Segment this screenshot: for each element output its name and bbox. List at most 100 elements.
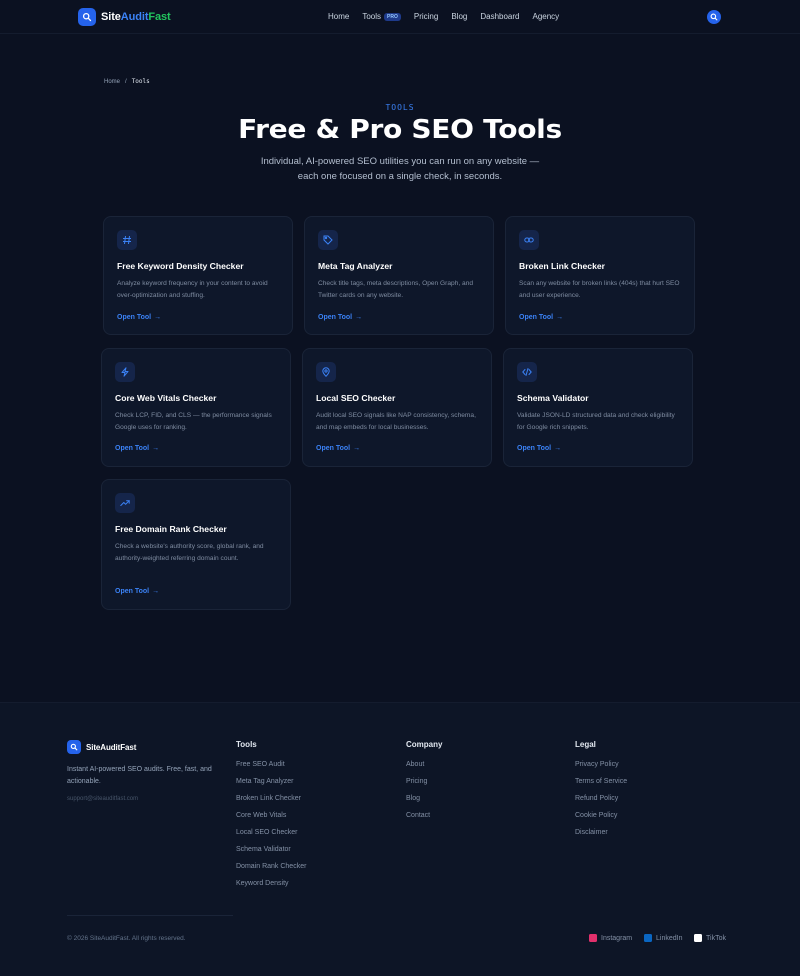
footer-link[interactable]: Refund Policy (575, 794, 627, 811)
breadcrumb-home[interactable]: Home (104, 79, 120, 85)
footer-column-legal: Legal Privacy Policy Terms of Service Re… (575, 740, 627, 845)
footer-link[interactable]: Broken Link Checker (236, 794, 306, 811)
footer-link[interactable]: Meta Tag Analyzer (236, 777, 306, 794)
breadcrumb-current: Tools (131, 78, 150, 85)
footer-link[interactable]: Disclaimer (575, 828, 627, 845)
hash-icon (117, 230, 137, 250)
tool-card-core-web-vitals[interactable]: Core Web Vitals Checker Check LCP, FID, … (101, 348, 291, 467)
footer-brand-name: SiteAuditFast (86, 742, 137, 752)
map-pin-icon (316, 362, 336, 382)
brand-logo[interactable]: SiteAuditFast (78, 8, 171, 26)
footer-link[interactable]: Schema Validator (236, 845, 306, 862)
search-button[interactable] (707, 10, 721, 24)
arrow-right-icon: → (152, 588, 160, 595)
open-tool-link[interactable]: Open Tool → (318, 314, 362, 321)
tool-card-domain-rank[interactable]: Free Domain Rank Checker Check a website… (101, 479, 291, 610)
social-link-tiktok[interactable]: TikTok (694, 934, 726, 942)
footer-column-title: Legal (575, 740, 596, 749)
nav-link-home[interactable]: Home (328, 12, 349, 21)
open-tool-label: Open Tool (318, 314, 353, 321)
arrow-right-icon: → (556, 314, 564, 321)
footer-divider (67, 915, 233, 916)
tool-card-title: Schema Validator (517, 393, 589, 403)
footer-link[interactable]: Free SEO Audit (236, 760, 306, 777)
logo-search-icon (67, 740, 81, 754)
open-tool-label: Open Tool (117, 314, 152, 321)
footer-link[interactable]: Keyword Density (236, 879, 306, 896)
nav-link-pricing[interactable]: Pricing (414, 12, 438, 21)
footer-link[interactable]: About (406, 760, 442, 777)
footer-brand-logo[interactable]: SiteAuditFast (67, 740, 136, 754)
open-tool-link[interactable]: Open Tool → (519, 314, 563, 321)
tool-card-title: Broken Link Checker (519, 261, 605, 271)
footer-column-company: Company About Pricing Blog Contact (406, 740, 442, 828)
code-icon (517, 362, 537, 382)
lightning-icon (115, 362, 135, 382)
tool-card-keyword-density[interactable]: Free Keyword Density Checker Analyze key… (103, 216, 293, 335)
tool-card-title: Free Domain Rank Checker (115, 524, 227, 534)
footer-column-title: Tools (236, 740, 257, 749)
footer-column-tools: Tools Free SEO Audit Meta Tag Analyzer B… (236, 740, 306, 896)
instagram-icon (589, 934, 597, 942)
tool-card-description: Audit local SEO signals like NAP consist… (316, 412, 476, 431)
footer-link[interactable]: Terms of Service (575, 777, 627, 794)
footer-column-title: Company (406, 740, 443, 749)
open-tool-link[interactable]: Open Tool → (117, 314, 161, 321)
top-navbar: SiteAuditFast Home Tools PRO Pricing Blog… (0, 0, 800, 34)
footer-link[interactable]: Core Web Vitals (236, 811, 306, 828)
tool-card-meta-tag[interactable]: Meta Tag Analyzer Check title tags, meta… (304, 216, 494, 335)
tag-icon (318, 230, 338, 250)
nav-link-blog[interactable]: Blog (451, 12, 467, 21)
nav-link-tools-label: Tools (362, 12, 382, 21)
trending-up-icon (115, 493, 135, 513)
footer-link[interactable]: Local SEO Checker (236, 828, 306, 845)
brand-name: SiteAuditFast (101, 11, 171, 23)
footer-link[interactable]: Privacy Policy (575, 760, 627, 777)
social-label: TikTok (706, 934, 726, 942)
arrow-right-icon: → (355, 314, 363, 321)
page-subtitle-line-2: each one focused on a single check, in s… (297, 171, 503, 182)
logo-search-icon (78, 8, 96, 26)
social-link-linkedin[interactable]: LinkedIn (644, 934, 682, 942)
open-tool-label: Open Tool (115, 445, 150, 452)
social-link-instagram[interactable]: Instagram (589, 934, 632, 942)
nav-link-agency[interactable]: Agency (532, 12, 559, 21)
open-tool-link[interactable]: Open Tool → (517, 445, 561, 452)
open-tool-label: Open Tool (316, 445, 351, 452)
tool-card-description: Check LCP, FID, and CLS — the performanc… (115, 412, 272, 431)
tool-card-local-seo[interactable]: Local SEO Checker Audit local SEO signal… (302, 348, 492, 467)
nav-link-dashboard[interactable]: Dashboard (480, 12, 519, 21)
breadcrumb-separator: / (125, 79, 127, 85)
footer-link[interactable]: Blog (406, 794, 442, 811)
tool-card-broken-link[interactable]: Broken Link Checker Scan any website for… (505, 216, 695, 335)
site-footer: SiteAuditFast Instant AI-powered SEO aud… (0, 702, 800, 976)
tool-card-title: Free Keyword Density Checker (117, 261, 244, 271)
footer-email[interactable]: support@siteauditfast.com (67, 796, 138, 802)
search-icon (710, 13, 718, 21)
footer-link[interactable]: Domain Rank Checker (236, 862, 306, 879)
arrow-right-icon: → (154, 314, 162, 321)
footer-link[interactable]: Pricing (406, 777, 442, 794)
tool-card-description: Scan any website for broken links (404s)… (519, 280, 680, 299)
open-tool-label: Open Tool (517, 445, 552, 452)
tool-card-description: Validate JSON-LD structured data and che… (517, 412, 675, 431)
open-tool-link[interactable]: Open Tool → (115, 588, 159, 595)
open-tool-label: Open Tool (115, 588, 150, 595)
tool-card-description: Analyze keyword frequency in your conten… (117, 280, 268, 299)
open-tool-link[interactable]: Open Tool → (316, 445, 360, 452)
tool-card-schema-validator[interactable]: Schema Validator Validate JSON-LD struct… (503, 348, 693, 467)
tool-card-description: Check a website's authority score, globa… (115, 543, 264, 562)
footer-link[interactable]: Cookie Policy (575, 811, 627, 828)
link-icon (519, 230, 539, 250)
open-tool-link[interactable]: Open Tool → (115, 445, 159, 452)
social-label: LinkedIn (656, 934, 683, 942)
nav-links: Home Tools PRO Pricing Blog Dashboard Age… (328, 12, 572, 21)
nav-link-tools[interactable]: Tools PRO (362, 12, 401, 21)
section-eyebrow: TOOLS (385, 103, 415, 112)
linkedin-icon (644, 934, 652, 942)
tool-card-description: Check title tags, meta descriptions, Ope… (318, 280, 474, 299)
social-label: Instagram (601, 934, 633, 942)
footer-link[interactable]: Contact (406, 811, 442, 828)
page-title: Free & Pro SEO Tools (238, 115, 562, 145)
tiktok-icon (694, 934, 702, 942)
